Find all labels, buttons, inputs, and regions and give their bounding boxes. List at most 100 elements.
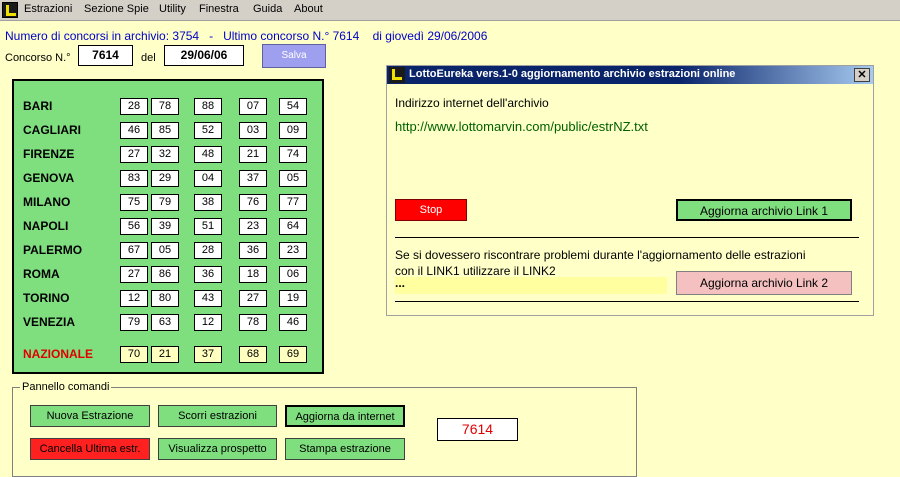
extracted-number-field[interactable]: 21 — [239, 146, 267, 163]
extracted-number-field[interactable]: 75 — [120, 194, 148, 211]
extracted-number-field[interactable]: 74 — [279, 146, 307, 163]
concorso-number-field[interactable]: 7614 — [78, 45, 133, 66]
update-link1-button[interactable]: Aggiorna archivio Link 1 — [676, 199, 852, 221]
wheel-name: TORINO — [23, 291, 70, 305]
extracted-number-field[interactable]: 80 — [151, 290, 179, 307]
stop-button[interactable]: Stop — [395, 199, 467, 221]
extracted-number-field[interactable]: 79 — [151, 194, 179, 211]
extracted-number-field[interactable]: 69 — [279, 346, 307, 363]
extracted-number-field[interactable]: 51 — [194, 218, 222, 235]
extracted-number-field[interactable]: 19 — [279, 290, 307, 307]
dialog-titlebar[interactable]: LottoEureka vers.1-0 aggiornamento archi… — [387, 66, 873, 84]
wheel-name: CAGLIARI — [23, 123, 81, 137]
dialog-title: LottoEureka vers.1-0 aggiornamento archi… — [409, 68, 736, 80]
menu-guida[interactable]: Guida — [253, 3, 282, 15]
archive-address-label: Indirizzo internet dell'archivio — [395, 96, 549, 110]
update-link2-button[interactable]: Aggiorna archivio Link 2 — [676, 271, 852, 295]
print-extraction-button[interactable]: Stampa estrazione — [285, 438, 405, 460]
extracted-number-field[interactable]: 29 — [151, 170, 179, 187]
wheel-name: ROMA — [23, 267, 60, 281]
extracted-number-field[interactable]: 27 — [239, 290, 267, 307]
extracted-number-field[interactable]: 46 — [120, 122, 148, 139]
menu-sezione-spie[interactable]: Sezione Spie — [84, 3, 149, 15]
extracted-number-field[interactable]: 77 — [279, 194, 307, 211]
extracted-number-field[interactable]: 78 — [239, 314, 267, 331]
dialog-logo-icon — [389, 67, 405, 83]
wheel-name: PALERMO — [23, 243, 83, 257]
divider — [395, 237, 859, 238]
update-dialog: LottoEureka vers.1-0 aggiornamento archi… — [386, 65, 874, 316]
extracted-number-field[interactable]: 27 — [120, 266, 148, 283]
extracted-number-field[interactable]: 03 — [239, 122, 267, 139]
extraction-counter: 7614 — [437, 418, 518, 441]
archive-info: Numero di concorsi in archivio: 3754 - U… — [5, 29, 488, 43]
extracted-number-field[interactable]: 88 — [194, 98, 222, 115]
save-button[interactable]: Salva — [262, 44, 326, 68]
wheel-name: FIRENZE — [23, 147, 75, 161]
delete-last-extraction-button[interactable]: Cancella Ultima estr. — [30, 438, 150, 460]
new-extraction-button[interactable]: Nuova Estrazione — [30, 405, 150, 427]
extraction-panel: BARI 28 78 88 07 54 CAGLIARI 46 85 52 03 09 FIRENZE 2… — [12, 79, 324, 374]
extracted-number-field[interactable]: 63 — [151, 314, 179, 331]
extracted-number-field[interactable]: 36 — [239, 242, 267, 259]
extracted-number-field[interactable]: 37 — [194, 346, 222, 363]
extracted-number-field[interactable]: 70 — [120, 346, 148, 363]
extracted-number-field[interactable]: 39 — [151, 218, 179, 235]
extracted-number-field[interactable]: 32 — [151, 146, 179, 163]
extracted-number-field[interactable]: 36 — [194, 266, 222, 283]
note-line-1: Se si dovessero riscontrare problemi dur… — [395, 248, 806, 262]
app-logo-icon — [2, 2, 18, 18]
concorso-date-field[interactable]: 29/06/06 — [164, 45, 244, 66]
extracted-number-field[interactable]: 12 — [120, 290, 148, 307]
note-line-2: con il LINK1 utilizzare il LINK2 — [395, 264, 556, 278]
extracted-number-field[interactable]: 76 — [239, 194, 267, 211]
extracted-number-field[interactable]: 21 — [151, 346, 179, 363]
extracted-number-field[interactable]: 23 — [239, 218, 267, 235]
extracted-number-field[interactable]: 28 — [194, 242, 222, 259]
extracted-number-field[interactable]: 56 — [120, 218, 148, 235]
wheel-name: VENEZIA — [23, 315, 76, 329]
extracted-number-field[interactable]: 67 — [120, 242, 148, 259]
browse-extractions-button[interactable]: Scorri estrazioni — [158, 405, 277, 427]
extracted-number-field[interactable]: 07 — [239, 98, 267, 115]
wheel-name: NAZIONALE — [23, 347, 93, 361]
extracted-number-field[interactable]: 64 — [279, 218, 307, 235]
menu-finestra[interactable]: Finestra — [199, 3, 239, 15]
extracted-number-field[interactable]: 78 — [151, 98, 179, 115]
extracted-number-field[interactable]: 12 — [194, 314, 222, 331]
extracted-number-field[interactable]: 48 — [194, 146, 222, 163]
extracted-number-field[interactable]: 05 — [151, 242, 179, 259]
extracted-number-field[interactable]: 06 — [279, 266, 307, 283]
del-label: del — [141, 52, 156, 64]
extracted-number-field[interactable]: 09 — [279, 122, 307, 139]
extracted-number-field[interactable]: 68 — [239, 346, 267, 363]
extracted-number-field[interactable]: 52 — [194, 122, 222, 139]
extracted-number-field[interactable]: 28 — [120, 98, 148, 115]
wheel-name: GENOVA — [23, 171, 75, 185]
extracted-number-field[interactable]: 86 — [151, 266, 179, 283]
wheel-name: BARI — [23, 99, 53, 113]
extracted-number-field[interactable]: 85 — [151, 122, 179, 139]
menu-utility[interactable]: Utility — [159, 3, 186, 15]
extracted-number-field[interactable]: 79 — [120, 314, 148, 331]
extracted-number-field[interactable]: 83 — [120, 170, 148, 187]
extracted-number-field[interactable]: 05 — [279, 170, 307, 187]
update-from-internet-button[interactable]: Aggiorna da internet — [285, 405, 405, 427]
menu-about[interactable]: About — [294, 3, 323, 15]
close-icon[interactable]: ✕ — [854, 68, 870, 82]
extracted-number-field[interactable]: 46 — [279, 314, 307, 331]
archive-url: http://www.lottomarvin.com/public/estrNZ… — [395, 119, 648, 134]
extracted-number-field[interactable]: 23 — [279, 242, 307, 259]
extracted-number-field[interactable]: 27 — [120, 146, 148, 163]
menu-estrazioni[interactable]: Estrazioni — [24, 3, 72, 15]
extracted-number-field[interactable]: 04 — [194, 170, 222, 187]
menu-bar: Estrazioni Sezione Spie Utility Finestra… — [0, 0, 900, 21]
command-panel-legend: Pannello comandi — [20, 381, 112, 393]
extracted-number-field[interactable]: 38 — [194, 194, 222, 211]
extracted-number-field[interactable]: 43 — [194, 290, 222, 307]
extracted-number-field[interactable]: 37 — [239, 170, 267, 187]
extracted-number-field[interactable]: 54 — [279, 98, 307, 115]
status-field: ... — [395, 277, 667, 294]
view-summary-button[interactable]: Visualizza prospetto — [158, 438, 277, 460]
extracted-number-field[interactable]: 18 — [239, 266, 267, 283]
